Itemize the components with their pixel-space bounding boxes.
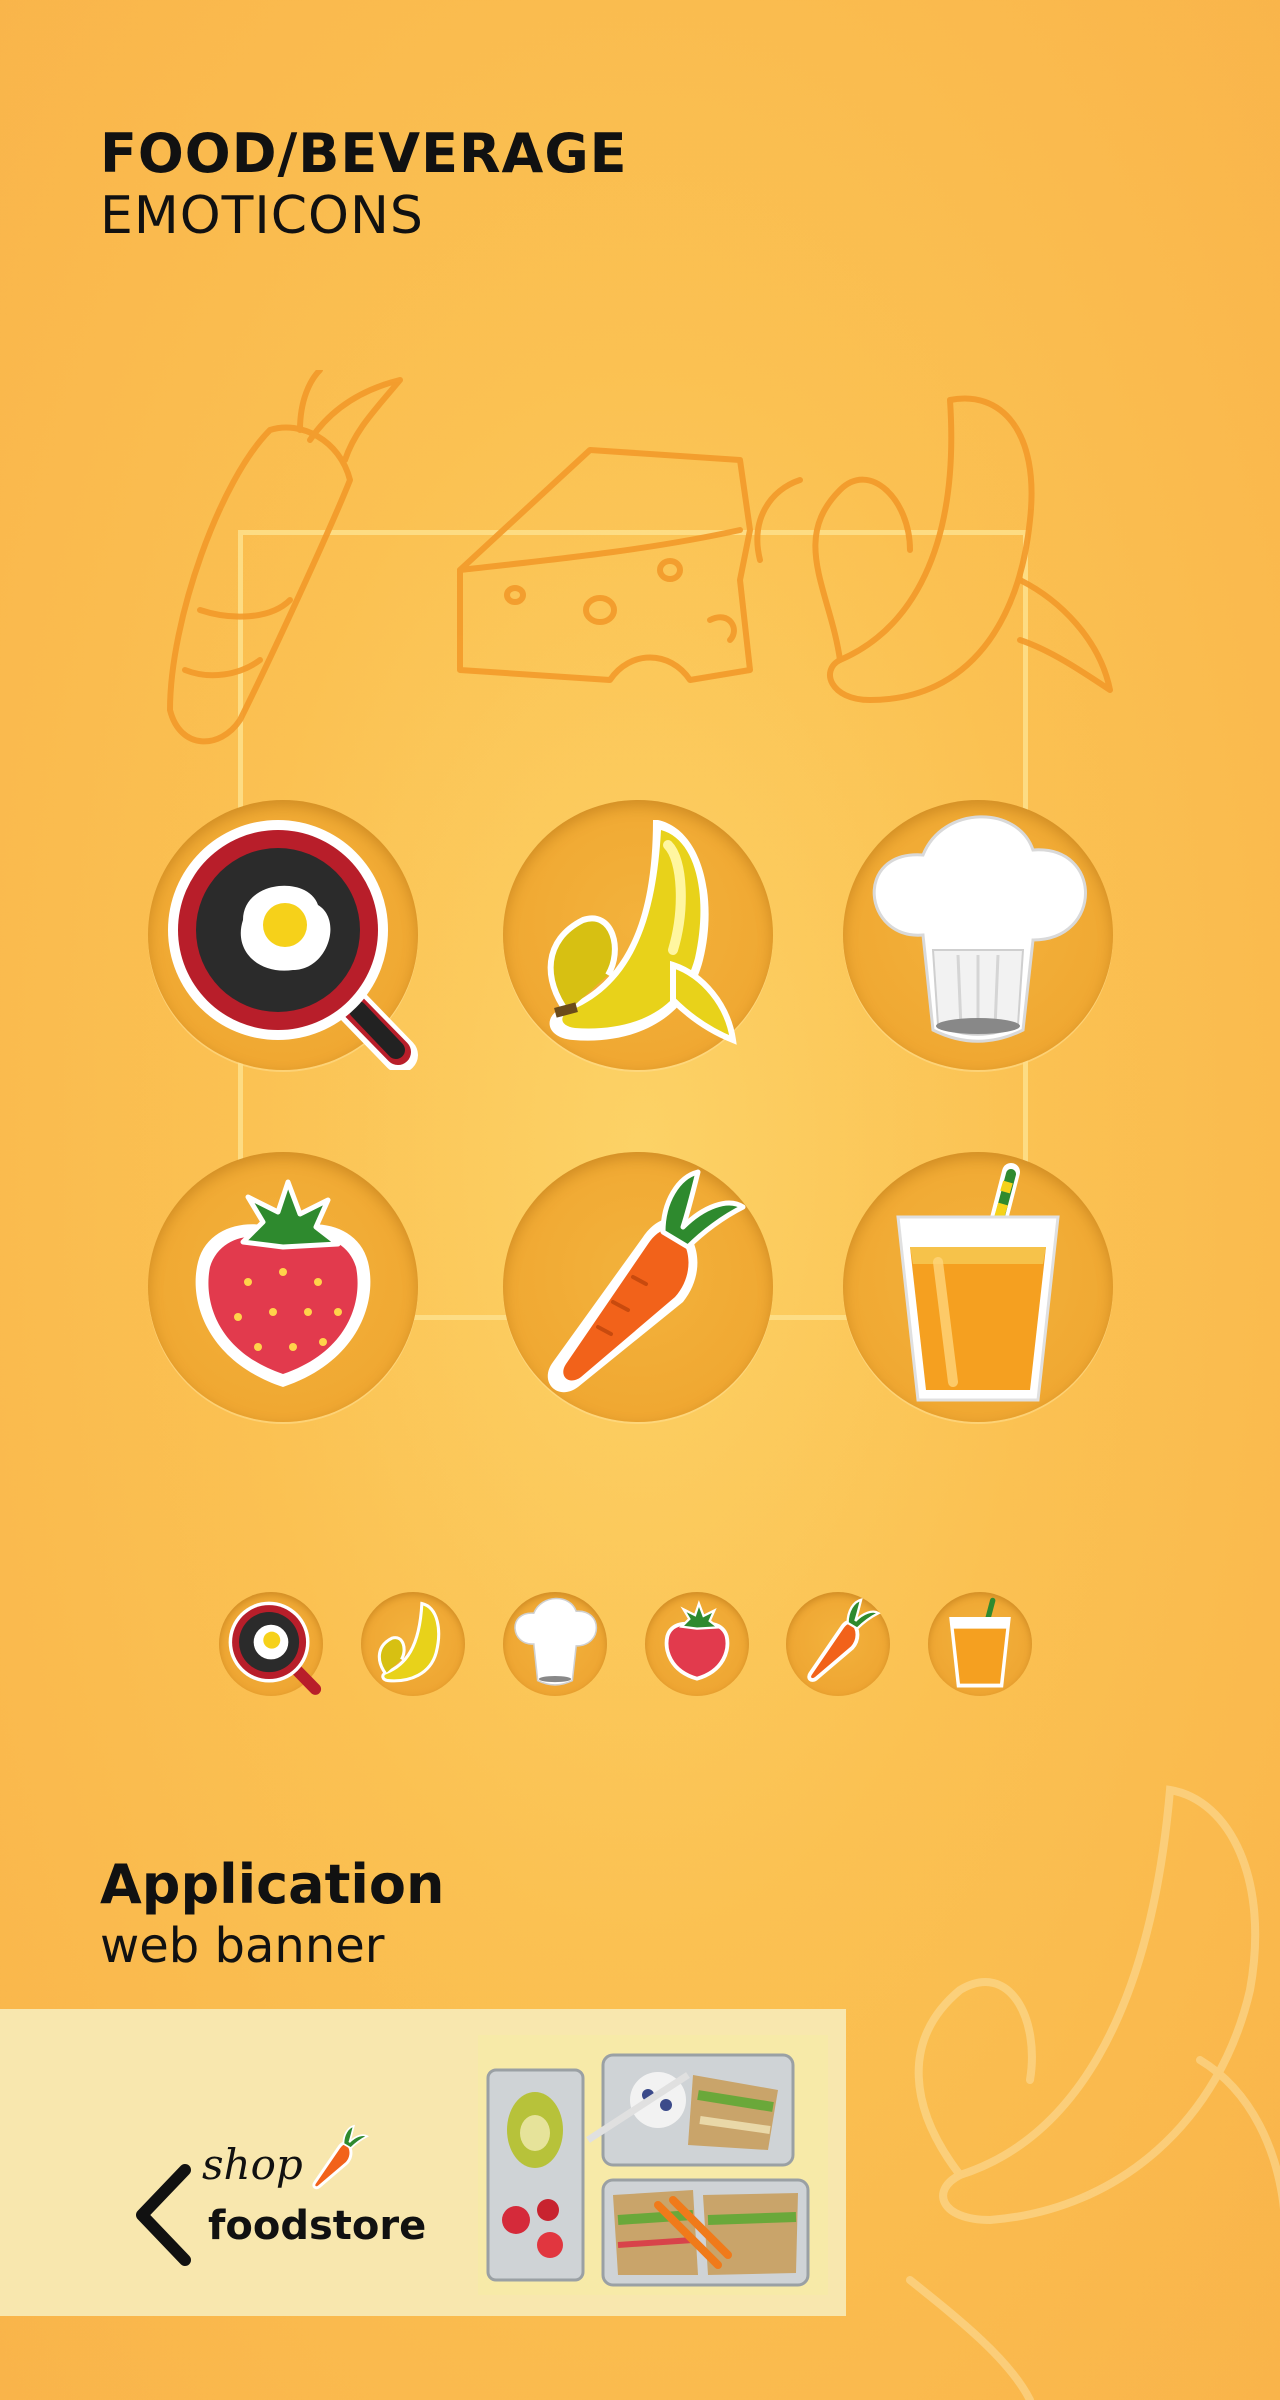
mini-frying-pan-egg-icon[interactable] bbox=[219, 1592, 323, 1696]
frying-pan-egg-icon[interactable] bbox=[148, 800, 418, 1070]
chevron-left-icon[interactable] bbox=[130, 2160, 200, 2270]
carrot-sketch-icon bbox=[167, 370, 403, 745]
mini-juice-glass-icon[interactable] bbox=[928, 1592, 1032, 1696]
carrot-icon[interactable] bbox=[503, 1152, 773, 1422]
juice-glass-icon[interactable] bbox=[843, 1152, 1113, 1422]
page-title: FOOD/BEVERAGE bbox=[100, 122, 628, 185]
application-subtitle: web banner bbox=[100, 1918, 385, 1974]
sketch-illustrations bbox=[167, 370, 1113, 745]
page-subtitle: EMOTICONS bbox=[100, 186, 424, 246]
mini-banana-icon[interactable] bbox=[361, 1592, 465, 1696]
mini-chef-hat-icon[interactable] bbox=[503, 1592, 607, 1696]
mini-strawberry-icon[interactable] bbox=[645, 1592, 749, 1696]
banana-sketch-icon bbox=[754, 395, 1113, 703]
lunchbox-photo bbox=[478, 2035, 828, 2295]
cheese-sketch-icon bbox=[457, 447, 753, 683]
mini-carrot-icon[interactable] bbox=[786, 1592, 890, 1696]
banana-icon[interactable] bbox=[503, 800, 773, 1070]
banner-shop-label: shop bbox=[202, 2140, 303, 2189]
banner-store-label[interactable]: foodstore bbox=[208, 2203, 426, 2249]
banner-carrot-icon bbox=[312, 2124, 369, 2190]
strawberry-icon[interactable] bbox=[148, 1152, 418, 1422]
chef-hat-icon[interactable] bbox=[843, 800, 1113, 1070]
application-title: Application bbox=[100, 1853, 445, 1916]
background-banana-sketch-icon bbox=[906, 1785, 1280, 2400]
